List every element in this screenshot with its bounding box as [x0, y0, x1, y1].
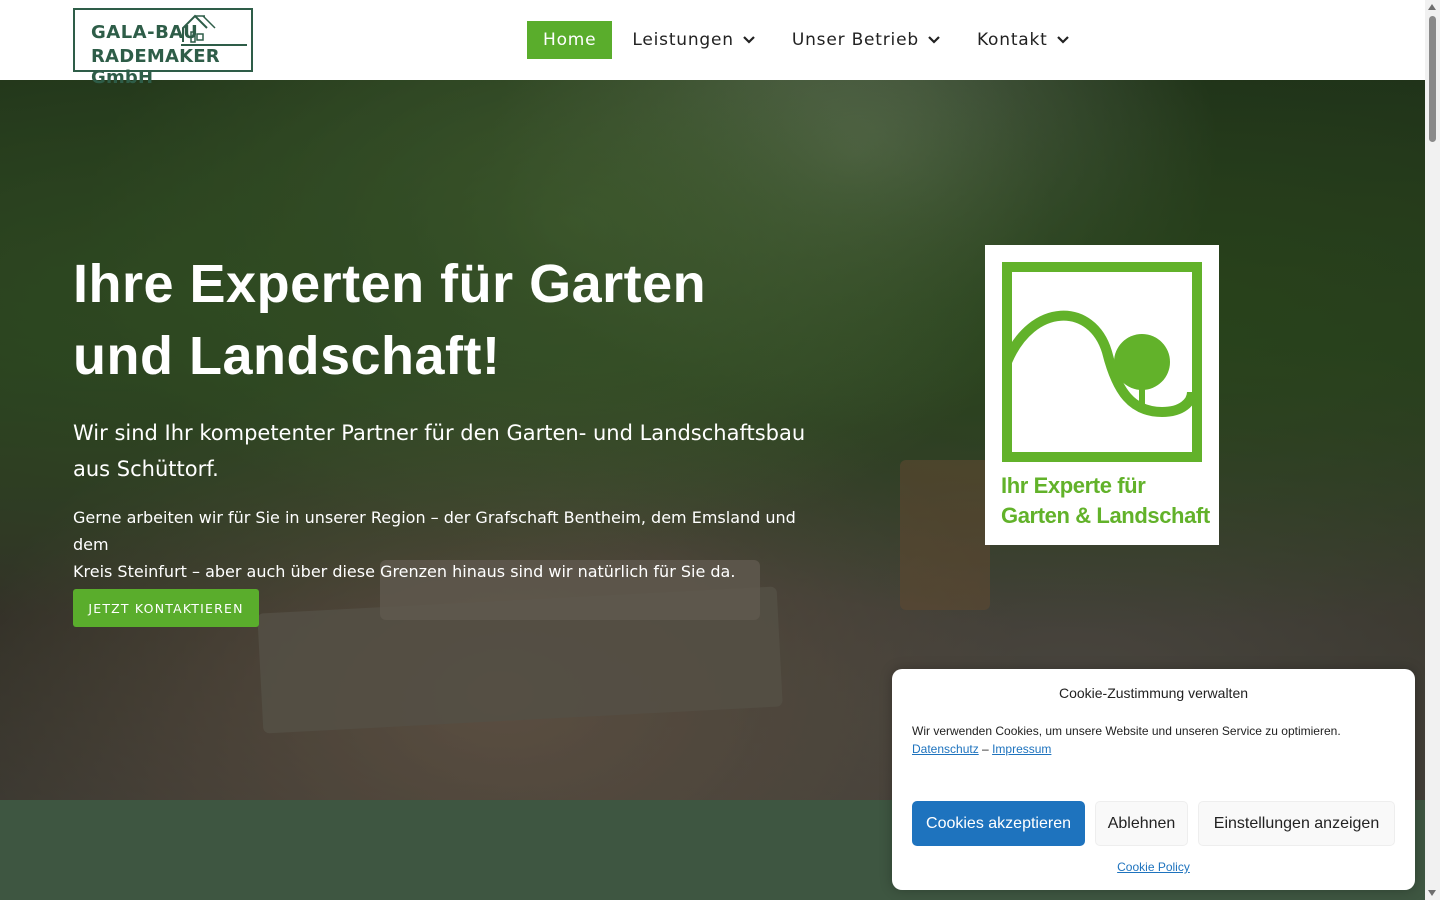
cookie-message: Wir verwenden Cookies, um unsere Website… — [912, 724, 1341, 738]
hero-text-line1: Gerne arbeiten wir für Sie in unserer Re… — [73, 508, 796, 554]
chevron-down-icon — [1056, 36, 1069, 44]
cookie-policy-link[interactable]: Cookie Policy — [1117, 860, 1190, 874]
hero-subtitle: Wir sind Ihr kompetenter Partner für den… — [73, 415, 833, 487]
hero-subtitle-line1: Wir sind Ihr kompetenter Partner für den… — [73, 421, 806, 445]
hero-title-line2: und Landschaft! — [73, 326, 501, 386]
nav-item-leistungen[interactable]: Leistungen — [616, 21, 771, 59]
accept-cookies-button[interactable]: Cookies akzeptieren — [912, 801, 1085, 846]
garden-landscape-emblem-icon — [1002, 262, 1202, 462]
scroll-down-arrow-icon[interactable] — [1428, 890, 1436, 896]
privacy-link[interactable]: Datenschutz — [912, 742, 979, 756]
nav-item-label: Unser Betrieb — [791, 30, 919, 50]
cookie-links: Datenschutz – Impressum — [912, 742, 1051, 756]
hero-subtitle-line2: aus Schüttorf. — [73, 457, 219, 481]
logo-line2: RADEMAKER GmbH — [91, 46, 220, 88]
nav-item-label: Leistungen — [632, 30, 734, 50]
cookie-consent-dialog: Cookie-Zustimmung verwalten Wir verwende… — [892, 669, 1415, 890]
cookie-title: Cookie-Zustimmung verwalten — [1058, 685, 1249, 701]
nav-item-home[interactable]: Home — [527, 21, 613, 59]
house-icon — [182, 14, 216, 43]
scrollbar-thumb[interactable] — [1429, 16, 1436, 142]
hero-title-line1: Ihre Experten für Garten — [73, 254, 707, 314]
hero-description: Gerne arbeiten wir für Sie in unserer Re… — [73, 504, 833, 585]
site-header: GALA-BAU RADEMAKER GmbH Home Leistungen … — [0, 0, 1425, 88]
nav-item-label: Kontakt — [976, 30, 1048, 50]
main-nav: Home Leistungen Unser Betrieb Kontakt — [527, 21, 1086, 59]
imprint-link[interactable]: Impressum — [992, 742, 1051, 756]
cookie-policy-wrap: Cookie Policy — [892, 860, 1415, 874]
badge-line2: Garten & Landschaft — [1001, 503, 1210, 528]
page-scrollbar[interactable] — [1425, 0, 1440, 900]
nav-item-kontakt[interactable]: Kontakt — [961, 21, 1086, 59]
expert-badge: Ihr Experte für Garten & Landschaft — [985, 245, 1219, 545]
badge-caption: Ihr Experte für Garten & Landschaft — [1001, 471, 1211, 531]
chevron-down-icon — [928, 36, 940, 44]
hero-title: Ihre Experten für Garten und Landschaft! — [73, 248, 773, 392]
contact-cta-button[interactable]: JETZT KONTAKTIEREN — [73, 589, 259, 627]
company-logo[interactable]: GALA-BAU RADEMAKER GmbH — [73, 8, 253, 88]
cookie-preferences-button[interactable]: Einstellungen anzeigen — [1198, 801, 1395, 846]
nav-item-unser-betrieb[interactable]: Unser Betrieb — [776, 21, 957, 59]
badge-line1: Ihr Experte für — [1001, 473, 1146, 498]
hero-text-line2: Kreis Steinfurt – aber auch über diese G… — [73, 562, 736, 581]
link-separator: – — [982, 742, 989, 756]
deny-cookies-button[interactable]: Ablehnen — [1095, 801, 1188, 846]
chevron-down-icon — [743, 36, 755, 44]
scroll-up-arrow-icon[interactable] — [1428, 4, 1436, 10]
nav-item-label: Home — [543, 30, 597, 50]
